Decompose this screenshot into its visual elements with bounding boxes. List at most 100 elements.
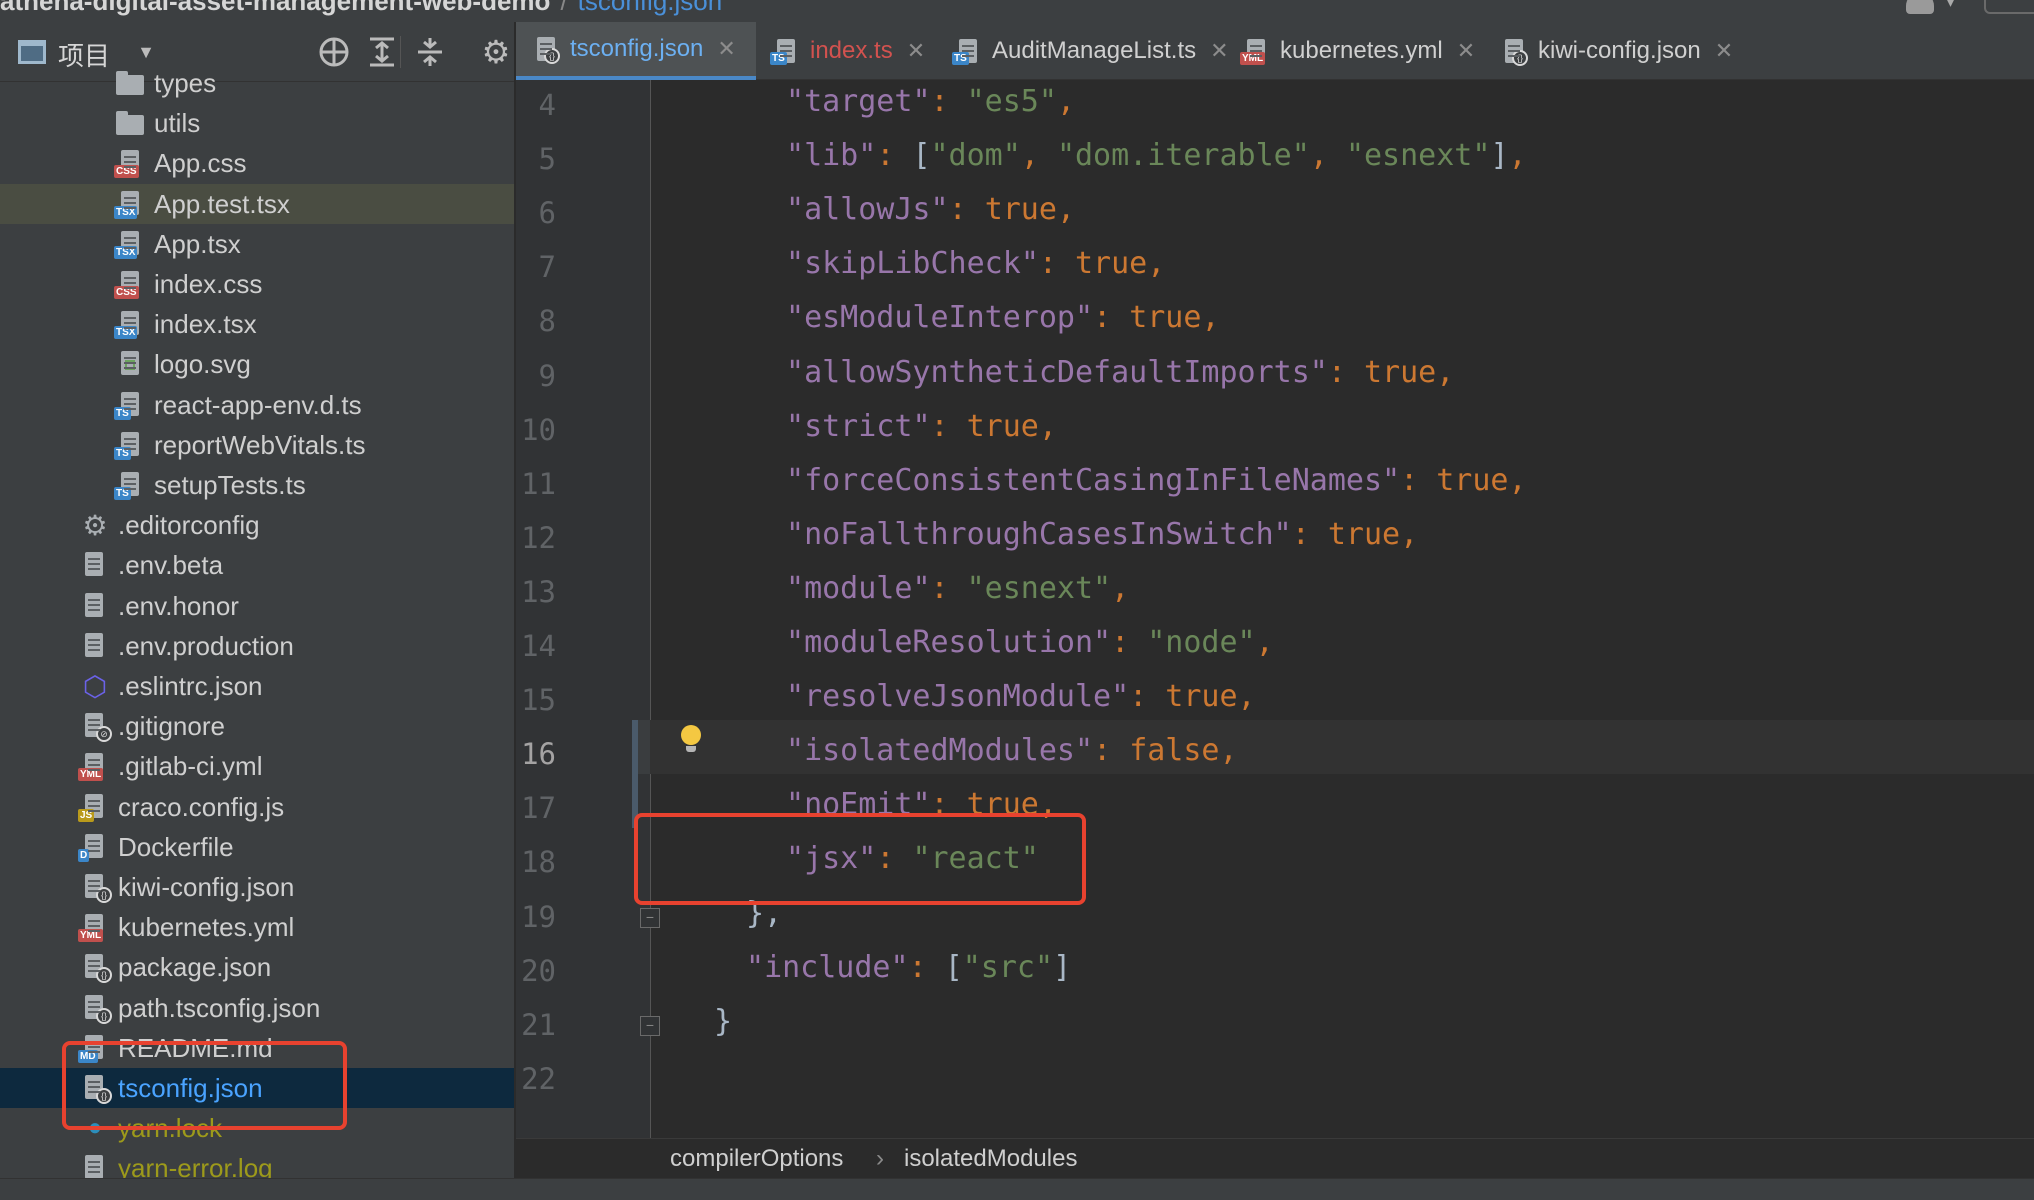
quote: ": [786, 84, 805, 119]
comma: ,: [1056, 84, 1075, 119]
project-panel: 项目 ▼ ⚙ types utils CSS App.css TSX App.test.t…: [0, 22, 515, 1178]
tree-item[interactable]: types: [0, 63, 514, 103]
json-key: isolatedModules: [804, 733, 1075, 768]
code-line[interactable]: "isolatedModules": false,: [786, 733, 1238, 768]
chevron-down-icon[interactable]: ▾: [1947, 0, 1954, 11]
annotation-tsconfig-highlight: [62, 1041, 347, 1130]
code-line[interactable]: "resolveJsonModule": true,: [786, 679, 1256, 714]
json-key: resolveJsonModule: [804, 679, 1112, 714]
json-value: true: [1129, 300, 1202, 335]
breadcrumb-item-compiler-options[interactable]: compilerOptions: [670, 1145, 843, 1173]
code-line[interactable]: "allowJs": true,: [786, 192, 1075, 227]
json-file-icon: {}: [80, 872, 112, 903]
json-key: allowJs: [804, 192, 931, 227]
array-punct: ]: [1053, 950, 1072, 985]
fold-icon[interactable]: −: [640, 1016, 660, 1036]
line-number: 18: [521, 845, 556, 879]
editor-tab[interactable]: {} kiwi-config.json ✕: [1484, 22, 1774, 80]
code-line[interactable]: "target": "es5",: [786, 84, 1075, 119]
array-punct: [: [944, 950, 963, 985]
tree-item[interactable]: TS react-app-env.d.ts: [0, 385, 514, 425]
line-number: 17: [521, 791, 556, 825]
tree-item[interactable]: {} kiwi-config.json: [0, 867, 514, 907]
breadcrumb-item-isolated-modules[interactable]: isolatedModules: [904, 1145, 1077, 1173]
tree-item[interactable]: TSX index.tsx: [0, 304, 514, 344]
json-array-value: ["dom", "dom.iterable", "esnext"]: [912, 138, 1508, 173]
tree-item[interactable]: TS setupTests.ts: [0, 465, 514, 505]
close-icon[interactable]: ✕: [1715, 38, 1733, 64]
json-key: noFallthroughCasesInSwitch: [804, 517, 1274, 552]
tree-item[interactable]: ⊘ .gitignore: [0, 706, 514, 746]
tree-item[interactable]: .env.beta: [0, 545, 514, 585]
code-line[interactable]: "strict": true,: [786, 409, 1057, 444]
json-key: lib: [804, 138, 859, 173]
gutter-divider: [650, 80, 651, 1138]
close-icon[interactable]: ✕: [1457, 38, 1475, 64]
editor-tab[interactable]: YML kubernetes.yml ✕: [1226, 22, 1484, 80]
code-line[interactable]: "esModuleInterop": true,: [786, 300, 1220, 335]
tree-item[interactable]: D Dockerfile: [0, 827, 514, 867]
close-icon[interactable]: ✕: [907, 38, 925, 64]
tree-item[interactable]: utils: [0, 103, 514, 143]
tree-item[interactable]: TS reportWebVitals.ts: [0, 425, 514, 465]
code-line[interactable]: "skipLibCheck": true,: [786, 246, 1165, 281]
code-editor[interactable]: 4 5 6 7 8 9 10 11 12 13 14 15 16 17 18 19 20 21 22 "target…: [516, 80, 2034, 1138]
quote: ": [786, 463, 805, 498]
colon: :: [930, 84, 967, 119]
tree-item[interactable]: logo.svg: [0, 344, 514, 384]
tree-item[interactable]: yarn-error.log: [0, 1148, 514, 1178]
tree-item[interactable]: CSS App.css: [0, 143, 514, 183]
code-line[interactable]: "forceConsistentCasingInFileNames": true…: [786, 463, 1527, 498]
quote: ": [1075, 300, 1094, 335]
tree-item[interactable]: ⬡ .eslintrc.json: [0, 666, 514, 706]
tree-item[interactable]: TSX App.tsx: [0, 224, 514, 264]
tree-item[interactable]: YML kubernetes.yml: [0, 907, 514, 947]
line-number: 12: [521, 521, 556, 555]
code-line[interactable]: "include": ["src"]: [746, 950, 1071, 985]
colon: :: [930, 571, 967, 606]
ts-file-icon: TS: [770, 37, 798, 65]
editor-tab[interactable]: TS AuditManageList.ts ✕: [938, 22, 1229, 80]
tree-item[interactable]: JS craco.config.js: [0, 787, 514, 827]
code-line[interactable]: "allowSyntheticDefaultImports": true,: [786, 355, 1454, 390]
code-line[interactable]: "noFallthroughCasesInSwitch": true,: [786, 517, 1418, 552]
user-icon[interactable]: [1906, 0, 1934, 14]
tree-item[interactable]: {} package.json: [0, 947, 514, 987]
project-name[interactable]: athena-digital-asset-management-web-demo: [0, 0, 550, 16]
editor-tab[interactable]: {} tsconfig.json ✕: [516, 22, 756, 80]
text-file-file-icon: [80, 631, 110, 661]
tree-item[interactable]: ⚙ .editorconfig: [0, 505, 514, 545]
comma: ,: [1201, 300, 1220, 335]
folder-icon: [116, 108, 146, 138]
code-line[interactable]: "module": "esnext",: [786, 571, 1129, 606]
close-icon[interactable]: ✕: [717, 36, 735, 62]
ts-file-icon: TS: [952, 37, 980, 65]
quote: ": [858, 138, 877, 173]
line-number: 5: [538, 142, 556, 176]
colon: :: [1038, 246, 1075, 281]
eslint-icon: ⬡: [82, 670, 108, 702]
editor-tab[interactable]: TS index.ts ✕: [756, 22, 938, 80]
tree-item-label: package.json: [118, 951, 272, 982]
tree-item-label: reportWebVitals.ts: [154, 429, 366, 460]
code-line[interactable]: "lib": ["dom", "dom.iterable", "esnext"]…: [786, 138, 1527, 173]
folder-icon: [116, 68, 146, 98]
lightbulb-icon[interactable]: [680, 725, 702, 755]
tree-item[interactable]: YML .gitlab-ci.yml: [0, 746, 514, 786]
tree-item[interactable]: .env.honor: [0, 586, 514, 626]
fold-icon[interactable]: −: [640, 908, 660, 928]
json-key: forceConsistentCasingInFileNames: [804, 463, 1383, 498]
code-line[interactable]: "moduleResolution": "node",: [786, 625, 1274, 660]
tree-item-label: .gitignore: [118, 710, 225, 741]
tree-item[interactable]: TSX App.test.tsx: [0, 184, 514, 224]
tree-item-label: utils: [154, 107, 201, 138]
tree-item[interactable]: .env.production: [0, 626, 514, 666]
tree-item-label: types: [154, 67, 217, 98]
tree-item[interactable]: CSS index.css: [0, 264, 514, 304]
tree-item-label: kiwi-config.json: [118, 871, 295, 902]
nav-file[interactable]: tsconfig.json: [578, 0, 723, 16]
tree-item[interactable]: {} path.tsconfig.json: [0, 988, 514, 1028]
code-line[interactable]: }: [714, 1004, 732, 1039]
run-config-box[interactable]: [1984, 0, 2034, 14]
ts-file-icon: TS: [114, 390, 146, 420]
